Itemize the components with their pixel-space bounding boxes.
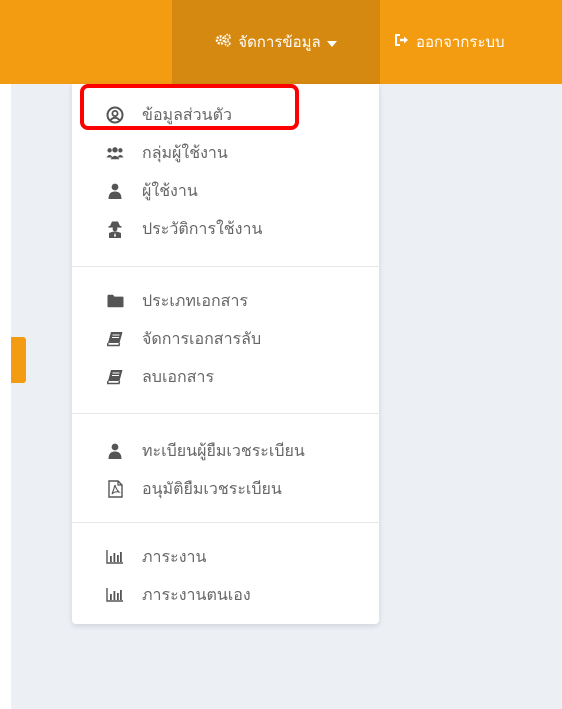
caret-down-icon <box>326 33 337 51</box>
menu-item-secret-documents[interactable]: จัดการเอกสารลับ <box>72 320 379 358</box>
user-circle-icon <box>106 106 124 124</box>
sign-out-icon <box>394 33 410 51</box>
logout-link[interactable]: ออกจากระบบ <box>394 0 505 84</box>
menu-item-label: ภาระงานตนเอง <box>142 584 251 604</box>
menu-item-label: จัดการเอกสารลับ <box>142 328 262 348</box>
bar-chart-icon <box>106 548 124 566</box>
menu-item-own-workload[interactable]: ภาระงานตนเอง <box>72 576 379 614</box>
menu-item-label: ผู้ใช้งาน <box>142 180 198 200</box>
user-icon <box>106 182 124 200</box>
menu-item-label: กลุ่มผู้ใช้งาน <box>142 142 228 162</box>
menu-divider <box>72 413 379 414</box>
logout-label: ออกจากระบบ <box>416 33 505 51</box>
user-secret-icon <box>106 220 124 238</box>
menu-item-label: ลบเอกสาร <box>142 366 215 386</box>
menu-item-label: ภาระงาน <box>142 546 207 566</box>
menu-item-approve-borrowing[interactable]: อนุมัติยืมเวชระเบียน <box>72 470 379 508</box>
menu-item-document-types[interactable]: ประเภทเอกสาร <box>72 282 379 320</box>
file-pdf-icon <box>106 480 124 498</box>
menu-item-workload[interactable]: ภาระงาน <box>72 538 379 576</box>
menu-item-label: ประเภทเอกสาร <box>142 290 249 310</box>
menu-item-label: ข้อมูลส่วนตัว <box>142 104 232 124</box>
user-icon <box>106 442 124 460</box>
book-icon <box>106 330 124 348</box>
menu-divider <box>72 266 379 267</box>
menu-divider <box>72 522 379 523</box>
menu-item-user-groups[interactable]: กลุ่มผู้ใช้งาน <box>72 134 379 172</box>
book-icon <box>106 368 124 386</box>
manage-data-dropdown-menu: ข้อมูลส่วนตัว กลุ่มผู้ใช้งาน ผู้ใช้งาน ป… <box>72 84 379 624</box>
menu-item-borrower-registry[interactable]: ทะเบียนผู้ยืมเวชระเบียน <box>72 432 379 470</box>
folder-icon <box>106 292 124 310</box>
menu-item-label: ทะเบียนผู้ยืมเวชระเบียน <box>142 440 305 460</box>
menu-item-usage-history[interactable]: ประวัติการใช้งาน <box>72 210 379 248</box>
menu-item-delete-documents[interactable]: ลบเอกสาร <box>72 358 379 396</box>
menu-item-profile[interactable]: ข้อมูลส่วนตัว <box>72 96 379 134</box>
manage-data-menu-toggle[interactable]: จัดการข้อมูล <box>172 0 380 84</box>
users-icon <box>106 144 124 162</box>
menu-item-users[interactable]: ผู้ใช้งาน <box>72 172 379 210</box>
manage-data-label: จัดการข้อมูล <box>238 33 321 51</box>
menu-item-label: ประวัติการใช้งาน <box>142 218 263 238</box>
sidebar-toggle-tab[interactable] <box>11 337 26 383</box>
bar-chart-icon <box>106 586 124 604</box>
cogs-icon <box>215 33 232 51</box>
top-navbar: จัดการข้อมูล ออกจากระบบ <box>0 0 562 84</box>
menu-item-label: อนุมัติยืมเวชระเบียน <box>142 478 282 498</box>
